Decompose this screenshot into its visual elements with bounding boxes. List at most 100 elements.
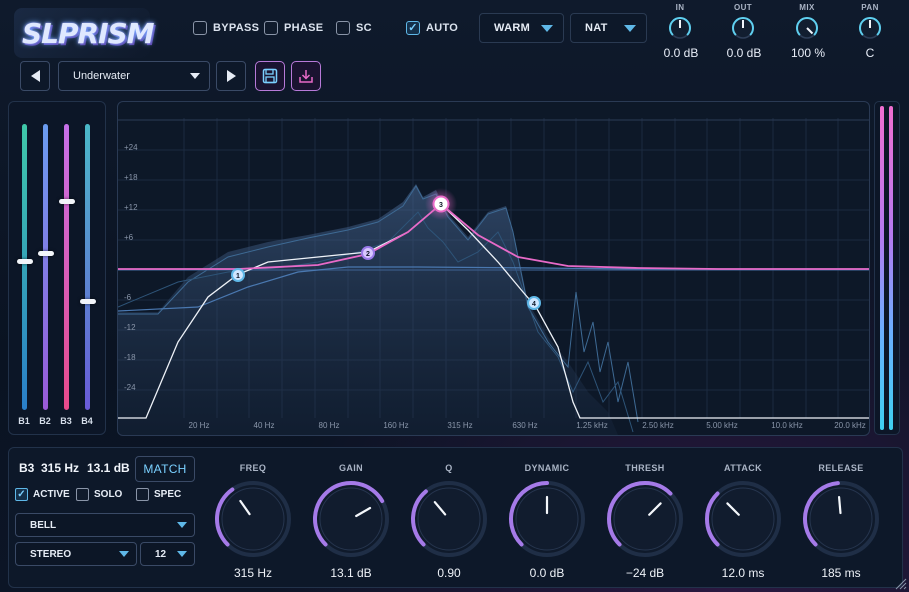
sc-label: SC (356, 22, 372, 34)
arrow-right-icon (226, 70, 236, 82)
knob-body (417, 487, 481, 551)
x-axis-tick-label: 20.0 kHz (834, 421, 866, 430)
mix-knob[interactable] (795, 16, 819, 40)
auto-checkbox-box[interactable] (406, 21, 420, 35)
filter-type-value: BELL (30, 519, 57, 531)
bypass-checkbox-box[interactable] (193, 21, 207, 35)
phase-checkbox-box[interactable] (264, 21, 278, 35)
gain-knob-value: 13.1 dB (330, 566, 372, 580)
band-slider-thumb-1[interactable] (16, 259, 33, 265)
q-knob[interactable] (407, 477, 491, 561)
band-slider-label: B2 (39, 416, 51, 426)
output-gain-knob[interactable] (731, 16, 755, 40)
active-checkbox[interactable]: ACTIVE (15, 488, 70, 501)
load-preset-button[interactable] (291, 61, 321, 91)
mix-value: 100 % (790, 46, 826, 60)
phase-checkbox[interactable]: PHASE (264, 19, 323, 37)
knob-body (809, 487, 873, 551)
y-axis-tick-label: +6 (124, 233, 134, 242)
spec-checkbox-box[interactable] (136, 488, 149, 501)
band-slider-thumb-2[interactable] (37, 250, 54, 256)
release-knob[interactable] (799, 477, 883, 561)
preset-name: Underwater (73, 70, 130, 82)
logo: SLPRISM (14, 8, 155, 58)
solo-checkbox-box[interactable] (76, 488, 89, 501)
y-axis-tick-label: -6 (124, 293, 132, 302)
x-axis-tick-label: 5.00 kHz (706, 421, 738, 430)
band-node-label: 1 (236, 273, 240, 280)
character-dropdown[interactable]: WARM (479, 13, 564, 43)
pan-knob[interactable] (858, 16, 882, 40)
slope-dropdown[interactable]: 12 (140, 542, 195, 566)
save-icon (262, 68, 278, 84)
match-button[interactable]: MATCH (135, 456, 195, 482)
chevron-down-icon (541, 25, 553, 32)
band-slider-thumb-4[interactable] (79, 299, 96, 305)
eq-graph-canvas[interactable]: 1 2 3 4 (118, 102, 869, 435)
active-checkbox-box[interactable] (15, 488, 28, 501)
x-axis-tick-label: 80 Hz (318, 421, 340, 430)
band-node-label: 3 (439, 202, 443, 209)
solo-checkbox[interactable]: SOLO (76, 488, 122, 501)
eq-graph[interactable]: 1 2 3 4 (117, 101, 870, 436)
q-knob-label: Q (445, 463, 453, 473)
spec-label: SPEC (154, 489, 182, 500)
save-preset-button[interactable] (255, 61, 285, 91)
band-slider-track-4[interactable] (85, 124, 90, 410)
attack-knob-label: ATTACK (723, 463, 763, 473)
thresh-knob-value: −24 dB (625, 566, 665, 580)
y-axis-tick-label: +24 (124, 143, 138, 152)
auto-checkbox[interactable]: AUTO (406, 19, 458, 37)
arrow-left-icon (30, 70, 40, 82)
gain-knob[interactable] (309, 477, 393, 561)
out-label: OUT (733, 3, 753, 12)
auto-label: AUTO (426, 22, 459, 34)
attack-knob-value: 12.0 ms (721, 566, 765, 580)
resize-grip-icon[interactable] (893, 576, 907, 590)
bypass-label: BYPASS (213, 22, 260, 34)
preset-dropdown[interactable]: Underwater (58, 61, 210, 91)
spec-checkbox[interactable]: SPEC (136, 488, 181, 501)
x-axis-tick-label: 40 Hz (253, 421, 275, 430)
x-axis-tick-label: 10.0 kHz (771, 421, 803, 430)
release-knob-label: RELEASE (818, 463, 864, 473)
download-icon (299, 70, 313, 83)
x-axis-tick-label: 2.50 kHz (642, 421, 674, 430)
thresh-knob-label: THRESH (625, 463, 665, 473)
prev-preset-button[interactable] (20, 61, 50, 91)
y-axis-tick-label: -18 (124, 353, 136, 362)
channel-mode-dropdown[interactable]: STEREO (15, 542, 137, 566)
knob-body (613, 487, 677, 551)
output-meter-right (889, 106, 893, 430)
active-label: ACTIVE (33, 489, 70, 500)
in-label: IN (675, 3, 685, 12)
bypass-checkbox[interactable]: BYPASS (193, 19, 259, 37)
band-slider-track-3[interactable] (64, 124, 69, 410)
thresh-knob[interactable] (603, 477, 687, 561)
filter-type-dropdown[interactable]: BELL (15, 513, 195, 537)
chevron-down-icon (177, 551, 187, 557)
sc-checkbox-box[interactable] (336, 21, 350, 35)
freq-knob[interactable] (211, 477, 295, 561)
input-gain-knob[interactable] (668, 16, 692, 40)
band-slider-track-2[interactable] (43, 124, 48, 410)
band-node-label: 2 (366, 251, 370, 258)
band-slider-track-1[interactable] (22, 124, 27, 410)
x-axis-tick-label: 315 Hz (447, 421, 473, 430)
chevron-down-icon (177, 522, 187, 528)
dynamic-knob[interactable] (505, 477, 589, 561)
channel-mode-value: STEREO (30, 548, 72, 560)
attack-knob[interactable] (701, 477, 785, 561)
knob-body (711, 487, 775, 551)
y-axis-tick-label: +18 (124, 173, 138, 182)
band-slider-thumb-3[interactable] (58, 199, 75, 205)
pan-label: PAN (861, 3, 879, 12)
next-preset-button[interactable] (216, 61, 246, 91)
freq-knob-label: FREQ (239, 463, 267, 473)
band-slider-label: B4 (81, 416, 93, 426)
sc-checkbox[interactable]: SC (336, 19, 372, 37)
y-axis-tick-label: +12 (124, 203, 138, 212)
character-dropdown-value: WARM (494, 22, 531, 34)
phase-label: PHASE (284, 22, 324, 34)
curve-mode-dropdown[interactable]: NAT (570, 13, 647, 43)
